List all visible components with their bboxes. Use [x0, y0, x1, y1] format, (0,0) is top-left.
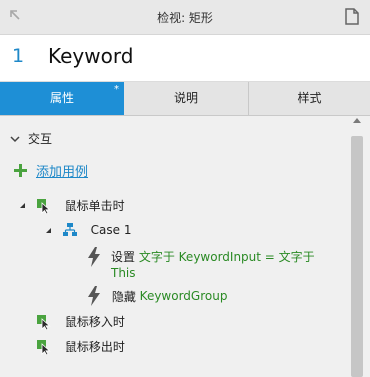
- case-label: Case 1: [90, 223, 132, 237]
- event-onmouseenter[interactable]: 鼠标移入时: [36, 313, 125, 330]
- expand-triangle-icon[interactable]: [46, 227, 51, 233]
- tab-style[interactable]: 样式: [249, 82, 370, 115]
- tab-notes-label: 说明: [173, 91, 198, 105]
- tab-bar: 属性 * 说明 样式: [0, 82, 370, 116]
- event-onmouseenter-label: 鼠标移入时: [64, 315, 125, 329]
- panel-title: 检视: 矩形: [157, 11, 213, 25]
- event-cursor-icon: [37, 339, 51, 355]
- add-case-label: 添加用例: [36, 165, 89, 180]
- tab-modified-marker: *: [114, 84, 119, 95]
- document-icon[interactable]: [345, 8, 359, 25]
- case-row[interactable]: Case 1: [46, 222, 131, 238]
- event-cursor-icon: [36, 198, 51, 214]
- expand-triangle-icon[interactable]: [20, 203, 25, 208]
- tab-notes[interactable]: 说明: [124, 82, 248, 115]
- action-detail: KeywordGroup: [139, 289, 228, 303]
- widget-name-field[interactable]: Keyword: [48, 44, 133, 68]
- plus-icon: [14, 164, 27, 177]
- scroll-up-arrow-icon[interactable]: [353, 118, 361, 123]
- widget-number: 1: [12, 45, 25, 67]
- tab-properties[interactable]: 属性 *: [0, 82, 124, 115]
- add-case-link[interactable]: 添加用例: [14, 161, 88, 180]
- lightning-icon: [88, 247, 100, 267]
- event-cursor-icon: [37, 314, 51, 330]
- event-onclick[interactable]: 鼠标单击时: [20, 197, 125, 214]
- chevron-down-icon[interactable]: [10, 134, 20, 144]
- event-onmouseleave-label: 鼠标移出时: [64, 340, 125, 354]
- tab-style-label: 样式: [297, 91, 322, 105]
- action-detail-continued: This: [111, 266, 136, 280]
- action-detail: 文字于 KeywordInput = 文字于: [138, 250, 315, 264]
- action-verb: 隐藏: [111, 289, 136, 304]
- action-hide[interactable]: 隐藏 KeywordGroup: [86, 286, 227, 306]
- vertical-scrollbar[interactable]: [351, 136, 363, 377]
- interactions-section-header[interactable]: 交互: [10, 130, 52, 147]
- event-onmouseleave[interactable]: 鼠标移出时: [36, 338, 125, 355]
- title-bar: 检视: 矩形: [0, 0, 370, 35]
- action-verb: 设置: [111, 250, 136, 264]
- lightning-icon: [88, 286, 100, 306]
- event-onclick-label: 鼠标单击时: [64, 199, 125, 213]
- tab-properties-label: 属性: [49, 91, 74, 105]
- widget-header: 1 Keyword: [0, 35, 370, 82]
- interactions-section-label: 交互: [28, 132, 53, 146]
- case-tree-icon: [62, 223, 77, 236]
- interactions-panel: 交互 添加用例 鼠标单击时 Case 1 设置 文字于 KeywordInput…: [0, 116, 370, 377]
